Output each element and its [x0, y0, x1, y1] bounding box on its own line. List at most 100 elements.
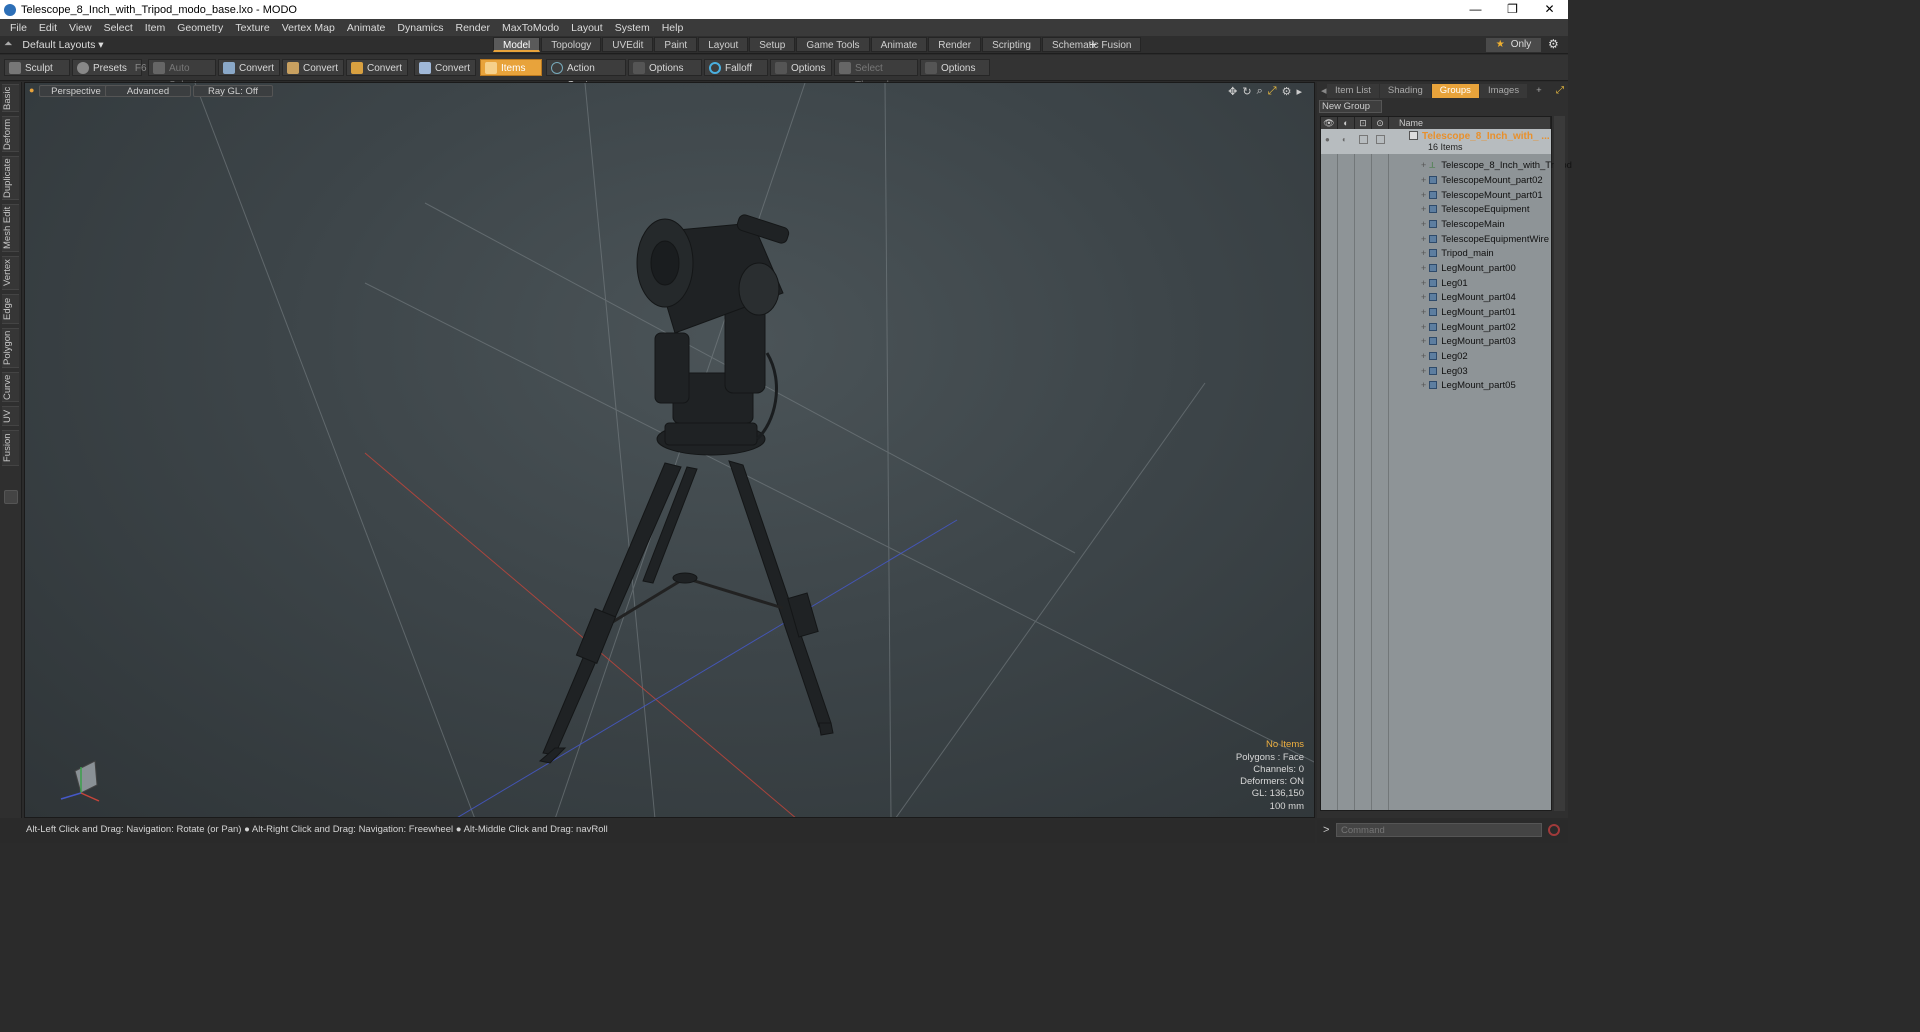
expand-icon[interactable]: +: [1421, 278, 1426, 288]
panel-menu-icon[interactable]: ◂: [1317, 84, 1327, 97]
expand-icon[interactable]: +: [1421, 219, 1426, 229]
menu-layout[interactable]: Layout: [565, 22, 609, 34]
list-item[interactable]: + TelescopeMain: [1421, 217, 1505, 231]
group-name[interactable]: Telescope_8_Inch_with_ ...: [1422, 131, 1550, 142]
render-column-icon[interactable]: ◐: [1338, 117, 1355, 129]
expand-icon[interactable]: +: [1421, 248, 1426, 258]
group-render-icon[interactable]: ◐: [1342, 135, 1347, 144]
list-item[interactable]: + LegMount_part00: [1421, 261, 1516, 275]
auto-select-button[interactable]: Auto Select: [148, 59, 216, 91]
add-tab-button[interactable]: +: [1089, 37, 1097, 52]
action-center-button[interactable]: Action Center: [546, 59, 626, 91]
vtab-uv[interactable]: UV: [2, 406, 19, 426]
items-mode-button[interactable]: Items: [480, 59, 542, 76]
menu-file[interactable]: File: [4, 22, 33, 34]
menu-help[interactable]: Help: [656, 22, 690, 34]
vtab-edge[interactable]: Edge: [2, 294, 19, 324]
list-item[interactable]: + Tripod_main: [1421, 246, 1494, 260]
expand-panel-icon[interactable]: ⤢: [1556, 85, 1564, 96]
expand-icon[interactable]: +: [1421, 292, 1426, 302]
menu-select[interactable]: Select: [98, 22, 139, 34]
tab-item-list[interactable]: Item List: [1327, 83, 1379, 98]
falloff-button[interactable]: Falloff: [704, 59, 768, 76]
new-group-button[interactable]: New Group: [1319, 100, 1382, 113]
tab-setup[interactable]: Setup: [749, 37, 796, 52]
name-column-header[interactable]: Name: [1389, 117, 1551, 129]
maximize-button[interactable]: ❐: [1494, 0, 1531, 19]
group-row[interactable]: ● ◐ Telescope_8_Inch_with_ ... 16 Items: [1321, 129, 1551, 154]
tab-model[interactable]: Model: [493, 37, 541, 52]
groups-scrollbar[interactable]: [1554, 116, 1565, 811]
expand-icon[interactable]: +: [1421, 263, 1426, 273]
viewport-menu-icon[interactable]: ●: [29, 85, 34, 95]
viewport-expand-icon[interactable]: ▸: [1296, 85, 1302, 98]
convert-polygons-button[interactable]: Convert: [346, 59, 408, 76]
record-macro-icon[interactable]: [1548, 824, 1560, 836]
select-through-button[interactable]: Select Through: [834, 59, 918, 91]
fit-view-icon[interactable]: ⤢: [1268, 85, 1277, 98]
expand-icon[interactable]: +: [1421, 380, 1426, 390]
lock-column-icon[interactable]: ⊡: [1355, 117, 1372, 129]
action-center-options-button[interactable]: Options: [628, 59, 702, 76]
menu-geometry[interactable]: Geometry: [171, 22, 229, 34]
menu-render[interactable]: Render: [450, 22, 496, 34]
list-item[interactable]: + LegMount_part05: [1421, 378, 1516, 392]
menu-edit[interactable]: Edit: [33, 22, 63, 34]
tab-shading[interactable]: Shading: [1379, 83, 1431, 98]
gear-icon[interactable]: ⚙: [1548, 37, 1559, 51]
vtab-curve[interactable]: Curve: [2, 372, 19, 402]
menu-view[interactable]: View: [63, 22, 98, 34]
tab-topology[interactable]: Topology: [541, 37, 602, 52]
expand-icon[interactable]: +: [1421, 190, 1426, 200]
group-visibility-icon[interactable]: ●: [1325, 135, 1330, 144]
collapse-arrow-icon[interactable]: ⏶: [4, 38, 12, 51]
select-column-icon[interactable]: ⊙: [1372, 117, 1389, 129]
tab-uvedit[interactable]: UVEdit: [602, 37, 654, 52]
tab-paint[interactable]: Paint: [654, 37, 698, 52]
layouts-dropdown[interactable]: ⏶ Default Layouts ▾: [4, 38, 104, 51]
list-item[interactable]: + TelescopeEquipment: [1421, 202, 1529, 216]
view-type-dropdown[interactable]: Perspective: [39, 85, 113, 97]
tab-game-tools[interactable]: Game Tools: [796, 37, 870, 52]
viewport-scene[interactable]: [25, 83, 1315, 818]
menu-maxtomodo[interactable]: MaxToModo: [496, 22, 565, 34]
expand-icon[interactable]: +: [1421, 322, 1426, 332]
list-item[interactable]: + LegMount_part01: [1421, 305, 1516, 319]
expand-icon[interactable]: +: [1421, 160, 1426, 170]
list-item[interactable]: + LegMount_part04: [1421, 290, 1516, 304]
list-item[interactable]: + Leg03: [1421, 364, 1468, 378]
convert-edges-button[interactable]: Convert: [282, 59, 344, 76]
zoom-view-icon[interactable]: ⌕: [1257, 85, 1263, 98]
convert-items-button[interactable]: Convert: [414, 59, 476, 76]
menu-item[interactable]: Item: [139, 22, 171, 34]
expand-icon[interactable]: +: [1421, 234, 1426, 244]
vtab-mesh-edit[interactable]: Mesh Edit: [2, 204, 19, 252]
3d-viewport[interactable]: ● Perspective Advanced Ray GL: Off ✥ ↻ ⌕…: [24, 82, 1315, 818]
list-item[interactable]: + ⟂ Telescope_8_Inch_with_Tripod: [1421, 158, 1572, 172]
expand-icon[interactable]: +: [1421, 175, 1426, 185]
tab-scripting[interactable]: Scripting: [982, 37, 1041, 52]
convert-vertices-button[interactable]: Convert: [218, 59, 280, 76]
list-item[interactable]: + TelescopeEquipmentWire: [1421, 232, 1549, 246]
menu-dynamics[interactable]: Dynamics: [391, 22, 449, 34]
menu-vertex-map[interactable]: Vertex Map: [276, 22, 341, 34]
menu-system[interactable]: System: [609, 22, 656, 34]
command-input[interactable]: [1336, 823, 1542, 837]
vtab-deform[interactable]: Deform: [2, 116, 19, 152]
expand-icon[interactable]: +: [1421, 336, 1426, 346]
tab-render[interactable]: Render: [928, 37, 982, 52]
vtab-polygon[interactable]: Polygon: [2, 328, 19, 368]
shading-dropdown[interactable]: Advanced: [105, 85, 191, 97]
group-select-checkbox[interactable]: [1376, 135, 1385, 144]
presets-button[interactable]: Presets F6: [72, 59, 147, 76]
expand-icon[interactable]: +: [1421, 204, 1426, 214]
vtab-duplicate[interactable]: Duplicate: [2, 156, 19, 200]
visibility-column-icon[interactable]: 👁: [1321, 117, 1338, 129]
move-view-icon[interactable]: ✥: [1228, 85, 1237, 98]
tab-animate[interactable]: Animate: [870, 37, 928, 52]
viewport-settings-icon[interactable]: ⚙: [1282, 85, 1292, 98]
group-lock-checkbox[interactable]: [1359, 135, 1368, 144]
sculpt-button[interactable]: Sculpt: [4, 59, 70, 76]
select-through-options-button[interactable]: Options: [920, 59, 990, 76]
expand-icon[interactable]: +: [1421, 351, 1426, 361]
